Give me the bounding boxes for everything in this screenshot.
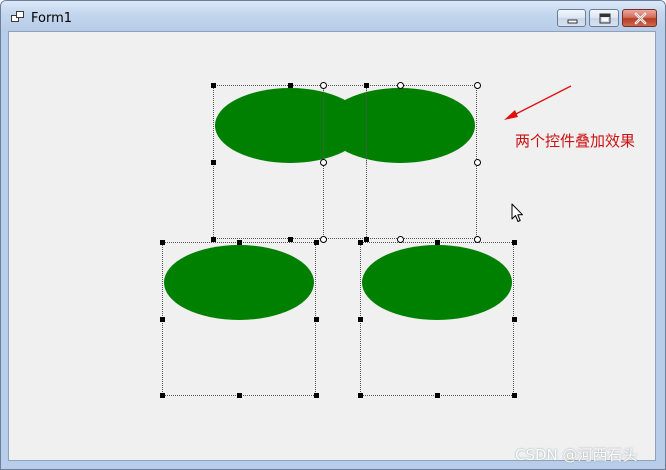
resize-handle[interactable]	[512, 240, 517, 245]
resize-handle[interactable]	[320, 236, 327, 243]
form-window: Form1 两个控件叠加效果 CSDN @河西石头	[0, 0, 666, 470]
resize-handle[interactable]	[160, 317, 165, 322]
resize-handle[interactable]	[474, 82, 481, 89]
resize-handle[interactable]	[358, 393, 363, 398]
resize-handle[interactable]	[237, 393, 242, 398]
resize-handle[interactable]	[512, 393, 517, 398]
form-app-icon	[11, 11, 24, 22]
resize-handle[interactable]	[474, 236, 481, 243]
resize-handle[interactable]	[435, 393, 440, 398]
resize-handle[interactable]	[160, 240, 165, 245]
mouse-pointer-icon	[511, 203, 523, 222]
minimize-icon	[567, 19, 578, 24]
resize-handle[interactable]	[314, 240, 319, 245]
close-button[interactable]	[622, 9, 657, 27]
resize-handle[interactable]	[474, 159, 481, 166]
resize-handle[interactable]	[397, 82, 404, 89]
title-bar[interactable]: Form1	[1, 1, 665, 31]
annotation-label: 两个控件叠加效果	[515, 132, 636, 150]
maximize-button[interactable]	[589, 9, 619, 27]
resize-handle[interactable]	[435, 240, 440, 245]
resize-handle[interactable]	[160, 393, 165, 398]
window-title: Form1	[31, 11, 73, 26]
ellipse-control-3[interactable]	[162, 242, 316, 396]
resize-handle[interactable]	[288, 83, 293, 88]
overlap-boundary	[323, 87, 324, 165]
minimize-button[interactable]	[557, 9, 586, 27]
resize-handle[interactable]	[320, 82, 327, 89]
maximize-icon	[599, 13, 611, 24]
resize-handle[interactable]	[211, 83, 216, 88]
ellipse-control-2[interactable]	[323, 85, 477, 239]
resize-handle[interactable]	[364, 83, 369, 88]
resize-handle[interactable]	[211, 237, 216, 242]
ellipse-control-4[interactable]	[360, 242, 514, 396]
resize-handle[interactable]	[358, 317, 363, 322]
green-ellipse	[164, 245, 314, 320]
resize-handle[interactable]	[397, 236, 404, 243]
resize-handle[interactable]	[320, 159, 327, 166]
green-ellipse	[362, 245, 512, 320]
resize-handle[interactable]	[237, 240, 242, 245]
annotation-arrow-icon	[504, 85, 572, 120]
resize-handle[interactable]	[314, 317, 319, 322]
resize-handle[interactable]	[288, 237, 293, 242]
overlap-boundary	[366, 87, 367, 165]
close-icon	[634, 12, 647, 25]
watermark: CSDN @河西石头	[515, 446, 638, 464]
resize-handle[interactable]	[512, 317, 517, 322]
green-ellipse	[325, 88, 475, 163]
resize-handle[interactable]	[364, 237, 369, 242]
resize-handle[interactable]	[211, 160, 216, 165]
resize-handle[interactable]	[314, 393, 319, 398]
resize-handle[interactable]	[358, 240, 363, 245]
